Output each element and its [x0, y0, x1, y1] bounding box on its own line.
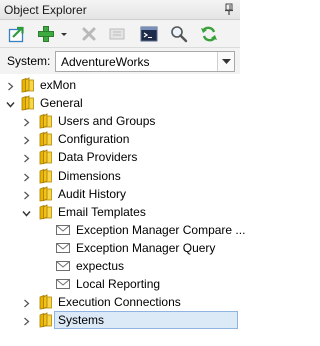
- tree-item-label: exMon: [40, 78, 77, 92]
- tree-item-exception-manager-query[interactable]: Exception Manager Query: [0, 239, 240, 257]
- tree-item-configuration[interactable]: Configuration: [0, 130, 240, 148]
- tree-item-users-and-groups[interactable]: Users and Groups: [0, 112, 240, 130]
- tree-item-systems[interactable]: Systems: [0, 311, 240, 329]
- envelope-icon: [55, 222, 71, 238]
- tree-item-label: Execution Connections: [58, 295, 181, 309]
- envelope-icon: [55, 258, 71, 274]
- add-icon[interactable]: [37, 25, 55, 43]
- tree-item-label: General: [40, 96, 83, 110]
- folder-icon: [37, 312, 53, 328]
- folder-icon: [37, 294, 53, 310]
- folder-icon: [37, 168, 53, 184]
- system-select[interactable]: AdventureWorks: [55, 51, 235, 72]
- system-label: System:: [7, 54, 51, 68]
- refresh-icon[interactable]: [200, 25, 218, 43]
- chevron-right-icon[interactable]: [22, 171, 31, 182]
- folder-icon: [19, 95, 35, 111]
- object-tree: exMon General Users and Groups Configuratio…: [0, 76, 245, 346]
- title-bar: Object Explorer: [0, 0, 240, 20]
- envelope-icon: [55, 240, 71, 256]
- tree-item-label: Systems: [58, 313, 105, 327]
- tree-item-dimensions[interactable]: Dimensions: [0, 167, 240, 185]
- tree-item-audit-history[interactable]: Audit History: [0, 185, 240, 203]
- tree-item-label: Users and Groups: [58, 114, 156, 128]
- properties-icon[interactable]: [108, 25, 126, 43]
- folder-icon: [37, 186, 53, 202]
- chevron-right-icon[interactable]: [6, 80, 15, 91]
- folder-icon: [37, 113, 53, 129]
- chevron-right-icon[interactable]: [22, 315, 31, 326]
- tree-item-local-reporting[interactable]: Local Reporting: [0, 275, 240, 293]
- search-icon[interactable]: [170, 25, 188, 43]
- folder-icon: [37, 204, 53, 220]
- chevron-right-icon[interactable]: [22, 134, 31, 145]
- tree-item-label: Email Templates: [58, 205, 146, 219]
- chevron-right-icon[interactable]: [22, 189, 31, 200]
- tree-item-label: Local Reporting: [76, 277, 161, 291]
- pin-icon[interactable]: [223, 3, 235, 16]
- tree-item-exmon[interactable]: exMon: [0, 76, 240, 94]
- system-select-value: AdventureWorks: [61, 55, 150, 69]
- system-row: System: AdventureWorks: [0, 48, 240, 74]
- tree-item-email-templates[interactable]: Email Templates: [0, 203, 240, 221]
- tree-item-label: Audit History: [58, 187, 127, 201]
- add-dropdown-icon[interactable]: [59, 25, 69, 43]
- toolbar: [0, 20, 240, 48]
- tree-item-data-providers[interactable]: Data Providers: [0, 148, 240, 166]
- tree-item-execution-connections[interactable]: Execution Connections: [0, 293, 240, 311]
- delete-icon[interactable]: [80, 25, 98, 43]
- chevron-right-icon[interactable]: [22, 152, 31, 163]
- tree-item-label: Exception Manager Compare ...: [76, 223, 246, 237]
- window-title: Object Explorer: [4, 3, 87, 17]
- folder-icon: [37, 131, 53, 147]
- tree-item-general[interactable]: General: [0, 94, 240, 112]
- chevron-down-icon[interactable]: [217, 52, 234, 71]
- folder-icon: [37, 149, 53, 165]
- tree-item-label: Configuration: [58, 132, 130, 146]
- tree-item-expectus[interactable]: expectus: [0, 257, 240, 275]
- envelope-icon: [55, 276, 71, 292]
- chevron-down-icon[interactable]: [22, 207, 31, 217]
- export-icon[interactable]: [8, 25, 26, 43]
- tree-item-label: Dimensions: [58, 169, 121, 183]
- folder-icon: [19, 77, 35, 93]
- chevron-right-icon[interactable]: [22, 116, 31, 127]
- chevron-right-icon[interactable]: [22, 297, 31, 308]
- tree-item-label: expectus: [76, 259, 125, 273]
- console-icon[interactable]: [140, 25, 158, 43]
- tree-item-exception-manager-compare[interactable]: Exception Manager Compare ...: [0, 221, 245, 239]
- chevron-down-icon[interactable]: [6, 98, 15, 108]
- tree-item-label: Exception Manager Query: [76, 241, 216, 255]
- tree-item-label: Data Providers: [58, 150, 138, 164]
